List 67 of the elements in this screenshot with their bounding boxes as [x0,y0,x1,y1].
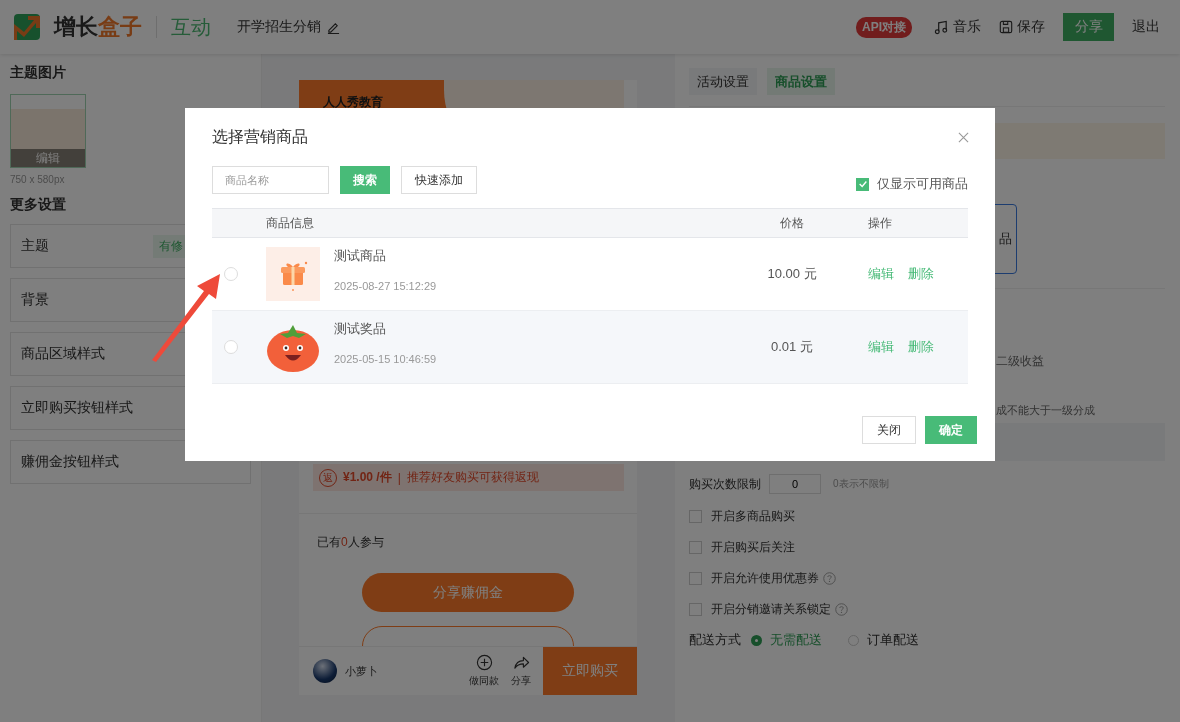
search-field[interactable]: 商品名称 [212,166,329,194]
close-button[interactable]: 关闭 [862,416,916,444]
plus-circle-icon [475,654,493,671]
column-header: 商品信息 [266,214,315,232]
participant-count-text: 已有0人参与 [317,535,384,549]
checkbox[interactable] [689,540,702,554]
gift-icon [266,247,320,301]
save-button[interactable]: 保存 [999,18,1045,36]
product-name: 测试商品 [334,247,387,265]
dialog-title: 选择营销商品 [212,126,308,147]
copy-template-button[interactable]: 做同款 [469,654,499,688]
rebate-price: ¥1.00 /件 [343,469,392,486]
save-icon [999,20,1013,34]
section-title: 更多设置 [10,195,67,213]
exit-link[interactable]: 退出 [1132,18,1160,36]
api-badge[interactable]: API对接 [856,16,912,38]
delete-link[interactable]: 删除 [908,338,934,356]
avatar-icon [313,659,337,683]
help-icon[interactable] [823,571,836,585]
music-button[interactable]: 音乐 [934,18,981,36]
product-time: 2025-05-15 10:46:59 [334,353,437,365]
user-name: 小萝卜 [345,663,378,679]
logo-icon [14,14,40,40]
option-label[interactable]: 开启允许使用优惠券 [711,569,819,587]
page-title[interactable]: 开学招生分销 [237,18,321,36]
product-price: 10.00 元 [766,265,818,283]
logo-text: 盒子 [98,13,142,41]
option-label[interactable]: 开启多商品购买 [711,507,795,525]
column-header: 价格 [779,214,805,232]
banner-text: 人人秀教育 [323,94,383,111]
settings-tab[interactable]: 活动设置 [689,68,757,95]
radio-button[interactable] [751,634,762,646]
product-price: 0.01 元 [770,338,814,356]
share-icon [512,654,530,671]
music-icon [934,19,949,35]
delete-link[interactable]: 删除 [908,265,934,283]
product-time: 2025-08-27 15:12:29 [334,280,437,292]
column-header: 操作 [867,214,893,232]
section-title: 主题图片 [10,63,67,81]
checkbox[interactable] [689,602,702,616]
separator-text: | [397,470,401,485]
option-label[interactable]: 开启分销邀请关系锁定 [711,600,831,618]
product-card-text: 品 [999,230,1012,248]
edit-icon[interactable] [327,20,340,34]
product-name: 测试奖品 [334,320,387,338]
quick-add-button[interactable]: 快速添加 [401,166,477,194]
checkbox[interactable] [856,177,869,191]
option-label[interactable]: 开启购买后关注 [711,538,795,556]
confirm-button[interactable]: 确定 [925,416,977,444]
checkbox[interactable] [689,509,702,523]
module-title: 互动 [171,14,211,40]
rebate-text: 推荐好友购买可获得返现 [406,469,539,486]
help-icon[interactable] [835,602,848,616]
edit-link[interactable]: 编辑 [868,265,894,283]
purchase-limit-field[interactable]: 0 [769,474,821,494]
level-two-text: 二级收益 [996,354,1044,368]
radio-label[interactable]: 无需配送 [770,631,822,649]
share-button[interactable]: 分享 [511,654,531,688]
checkbox[interactable] [689,571,702,585]
delivery-label: 配送方式 [689,631,741,649]
edit-link[interactable]: 编辑 [868,338,894,356]
purchase-limit-label: 购买次数限制 [689,475,761,493]
search-button[interactable]: 搜索 [340,166,390,194]
close-icon[interactable] [958,131,969,143]
checkbox-label[interactable]: 仅显示可用商品 [877,175,968,193]
logo-text: 增长 [54,13,98,41]
radio-label[interactable]: 订单配送 [867,631,919,649]
